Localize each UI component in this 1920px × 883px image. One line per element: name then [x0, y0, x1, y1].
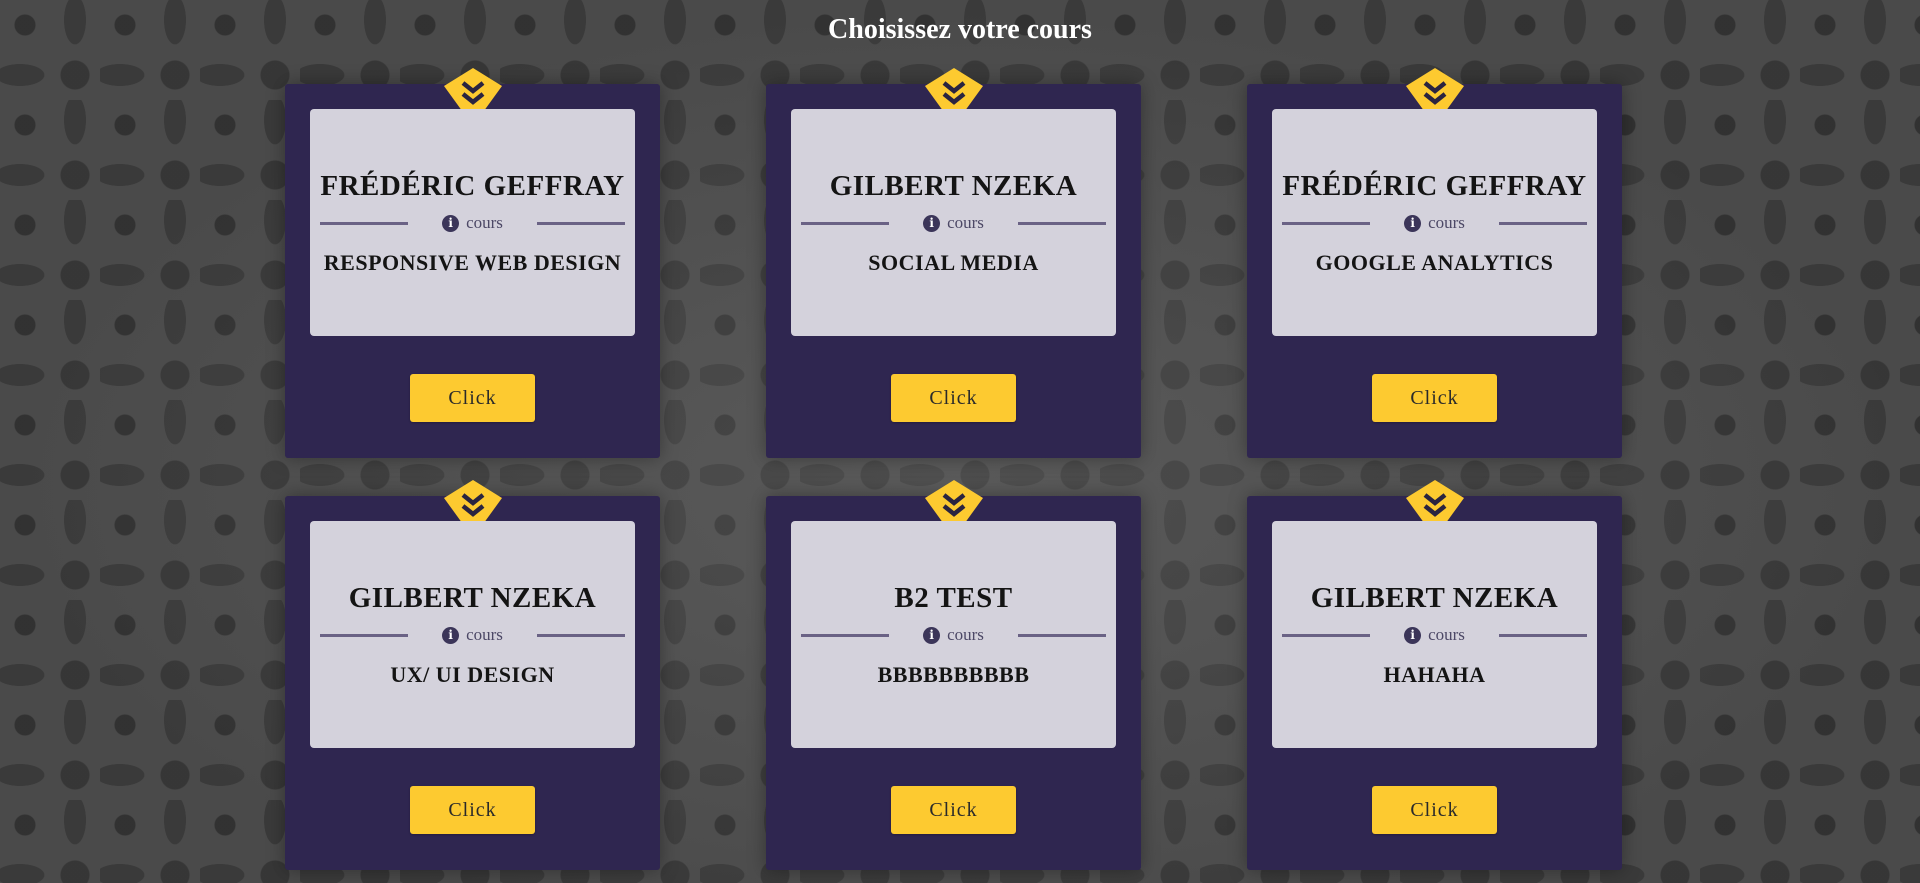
- course-info-panel: B2 TEST i cours BBBBBBBBBB: [791, 521, 1116, 748]
- click-button[interactable]: Click: [410, 374, 535, 422]
- click-button[interactable]: Click: [891, 374, 1016, 422]
- course-info-panel: GILBERT NZEKA i cours SOCIAL MEDIA: [791, 109, 1116, 336]
- info-icon: i: [442, 214, 460, 232]
- course-name: HAHAHA: [1383, 662, 1486, 687]
- divider: i cours: [320, 213, 626, 233]
- course-name: RESPONSIVE WEB DESIGN: [323, 250, 622, 275]
- cours-label: cours: [466, 625, 503, 644]
- divider: i cours: [801, 625, 1107, 645]
- cours-label: cours: [466, 213, 503, 232]
- cours-label: cours: [1428, 213, 1465, 232]
- course-card: GILBERT NZEKA i cours HAHAHA Click: [1247, 480, 1622, 870]
- info-icon: i: [442, 626, 460, 644]
- page-title: Choisissez votre cours: [828, 14, 1092, 45]
- course-info-panel: FRÉDÉRIC GEFFRAY i cours GOOGLE ANALYTICS: [1272, 109, 1597, 336]
- cours-label: cours: [947, 625, 984, 644]
- course-name: SOCIAL MEDIA: [868, 250, 1039, 275]
- info-icon: i: [1404, 214, 1422, 232]
- teacher-name: GILBERT NZEKA: [348, 582, 597, 614]
- info-icon: i: [923, 626, 941, 644]
- info-icon: i: [1404, 626, 1422, 644]
- course-card: GILBERT NZEKA i cours UX/ UI DESIGN Click: [285, 480, 660, 870]
- course-grid: FRÉDÉRIC GEFFRAY i cours RESPONSIVE WEB D…: [285, 68, 1623, 870]
- click-button[interactable]: Click: [1372, 786, 1497, 834]
- cours-label: cours: [1428, 625, 1465, 644]
- teacher-name: FRÉDÉRIC GEFFRAY: [1282, 170, 1587, 202]
- course-name: GOOGLE ANALYTICS: [1315, 250, 1554, 275]
- click-button[interactable]: Click: [891, 786, 1016, 834]
- course-name: UX/ UI DESIGN: [390, 662, 555, 687]
- divider: i cours: [801, 213, 1107, 233]
- divider: i cours: [320, 625, 626, 645]
- course-info-panel: GILBERT NZEKA i cours HAHAHA: [1272, 521, 1597, 748]
- teacher-name: B2 TEST: [894, 582, 1013, 614]
- teacher-name: FRÉDÉRIC GEFFRAY: [320, 170, 625, 202]
- click-button[interactable]: Click: [1372, 374, 1497, 422]
- course-card: GILBERT NZEKA i cours SOCIAL MEDIA Click: [766, 68, 1141, 458]
- click-button[interactable]: Click: [410, 786, 535, 834]
- divider: i cours: [1282, 625, 1588, 645]
- course-name: BBBBBBBBBB: [877, 662, 1030, 687]
- cours-label: cours: [947, 213, 984, 232]
- course-card: FRÉDÉRIC GEFFRAY i cours GOOGLE ANALYTICS…: [1247, 68, 1622, 458]
- info-icon: i: [923, 214, 941, 232]
- teacher-name: GILBERT NZEKA: [829, 170, 1078, 202]
- divider: i cours: [1282, 213, 1588, 233]
- course-card: FRÉDÉRIC GEFFRAY i cours RESPONSIVE WEB D…: [285, 68, 660, 458]
- course-info-panel: FRÉDÉRIC GEFFRAY i cours RESPONSIVE WEB D…: [310, 109, 635, 336]
- course-card: B2 TEST i cours BBBBBBBBBB Click: [766, 480, 1141, 870]
- course-info-panel: GILBERT NZEKA i cours UX/ UI DESIGN: [310, 521, 635, 748]
- teacher-name: GILBERT NZEKA: [1310, 582, 1559, 614]
